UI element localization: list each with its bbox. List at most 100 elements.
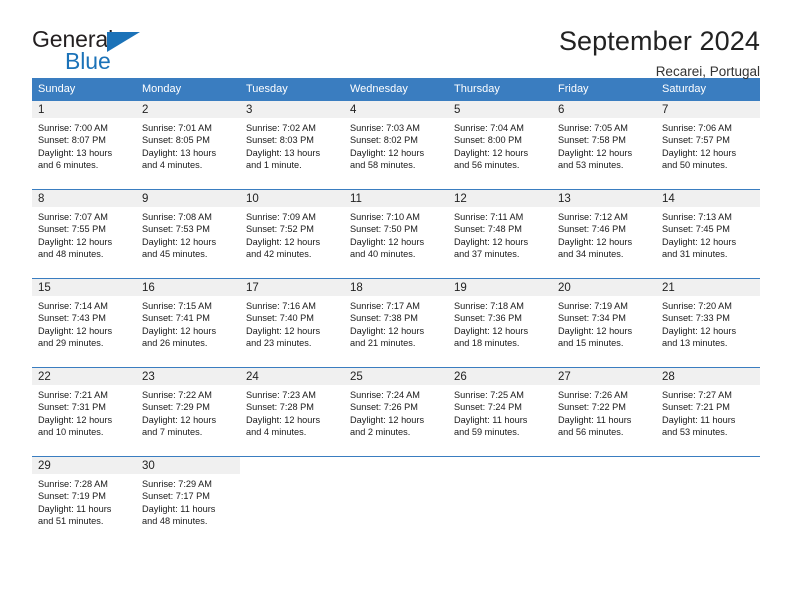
day-details: Sunrise: 7:17 AM Sunset: 7:38 PM Dayligh… [344,296,448,349]
day-details: Sunrise: 7:18 AM Sunset: 7:36 PM Dayligh… [448,296,552,349]
day-cell[interactable]: 27 Sunrise: 7:26 AM Sunset: 7:22 PM Dayl… [552,367,656,457]
sunrise-text: Sunrise: 7:18 AM [454,301,524,311]
day-cell[interactable]: 25 Sunrise: 7:24 AM Sunset: 7:26 PM Dayl… [344,367,448,457]
day-number: 2 [136,101,240,118]
day-cell[interactable]: 9 Sunrise: 7:08 AM Sunset: 7:53 PM Dayli… [136,189,240,279]
day-cell[interactable]: 3 Sunrise: 7:02 AM Sunset: 8:03 PM Dayli… [240,100,344,190]
sunrise-text: Sunrise: 7:03 AM [350,123,420,133]
daylight-text-line1: Daylight: 12 hours [454,147,529,158]
daylight-text-line1: Daylight: 12 hours [142,414,217,425]
generalblue-logo: General Blue [32,26,150,76]
day-cell[interactable]: 15 Sunrise: 7:14 AM Sunset: 7:43 PM Dayl… [32,278,136,368]
daylight-text-line2: and 51 minutes. [38,515,104,526]
day-number: 8 [32,190,136,207]
title-block: September 2024 Recarei, Portugal [559,26,760,79]
day-cell[interactable]: 16 Sunrise: 7:15 AM Sunset: 7:41 PM Dayl… [136,278,240,368]
day-cell[interactable]: 21 Sunrise: 7:20 AM Sunset: 7:33 PM Dayl… [656,278,760,368]
daylight-text-line1: Daylight: 12 hours [558,325,633,336]
day-details: Sunrise: 7:12 AM Sunset: 7:46 PM Dayligh… [552,207,656,260]
day-details: Sunrise: 7:03 AM Sunset: 8:02 PM Dayligh… [344,118,448,171]
day-cell[interactable]: 17 Sunrise: 7:16 AM Sunset: 7:40 PM Dayl… [240,278,344,368]
daylight-text-line1: Daylight: 12 hours [38,236,113,247]
day-cell[interactable]: 30 Sunrise: 7:29 AM Sunset: 7:17 PM Dayl… [136,456,240,553]
day-number: 26 [448,368,552,385]
daylight-text-line1: Daylight: 13 hours [246,147,321,158]
sunset-text: Sunset: 7:26 PM [350,402,418,413]
day-details: Sunrise: 7:15 AM Sunset: 7:41 PM Dayligh… [136,296,240,349]
day-number [344,457,448,474]
day-number: 12 [448,190,552,207]
week-row: 15 Sunrise: 7:14 AM Sunset: 7:43 PM Dayl… [32,278,760,368]
day-cell[interactable]: 4 Sunrise: 7:03 AM Sunset: 8:02 PM Dayli… [344,100,448,190]
daylight-text-line2: and 58 minutes. [350,159,416,170]
sunrise-text: Sunrise: 7:20 AM [662,301,732,311]
column-header-wednesday: Wednesday [344,78,448,101]
daylight-text-line1: Daylight: 12 hours [662,147,737,158]
day-cell[interactable]: 29 Sunrise: 7:28 AM Sunset: 7:19 PM Dayl… [32,456,136,553]
day-details: Sunrise: 7:29 AM Sunset: 7:17 PM Dayligh… [136,474,240,527]
day-details: Sunrise: 7:27 AM Sunset: 7:21 PM Dayligh… [656,385,760,438]
daylight-text-line2: and 13 minutes. [662,337,728,348]
day-cell-empty [344,456,448,553]
day-details: Sunrise: 7:13 AM Sunset: 7:45 PM Dayligh… [656,207,760,260]
daylight-text-line1: Daylight: 12 hours [246,414,321,425]
daylight-text-line2: and 42 minutes. [246,248,312,259]
daylight-text-line1: Daylight: 13 hours [142,147,217,158]
day-details: Sunrise: 7:10 AM Sunset: 7:50 PM Dayligh… [344,207,448,260]
sunrise-text: Sunrise: 7:00 AM [38,123,108,133]
day-cell[interactable]: 12 Sunrise: 7:11 AM Sunset: 7:48 PM Dayl… [448,189,552,279]
column-header-friday: Friday [552,78,656,101]
day-number: 1 [32,101,136,118]
day-number: 7 [656,101,760,118]
day-cell[interactable]: 18 Sunrise: 7:17 AM Sunset: 7:38 PM Dayl… [344,278,448,368]
day-cell[interactable]: 20 Sunrise: 7:19 AM Sunset: 7:34 PM Dayl… [552,278,656,368]
day-cell[interactable]: 6 Sunrise: 7:05 AM Sunset: 7:58 PM Dayli… [552,100,656,190]
day-cell[interactable]: 7 Sunrise: 7:06 AM Sunset: 7:57 PM Dayli… [656,100,760,190]
sunset-text: Sunset: 7:58 PM [558,135,626,146]
sunset-text: Sunset: 7:36 PM [454,313,522,324]
sunset-text: Sunset: 7:21 PM [662,402,730,413]
day-number [448,457,552,474]
sunrise-text: Sunrise: 7:05 AM [558,123,628,133]
day-details: Sunrise: 7:21 AM Sunset: 7:31 PM Dayligh… [32,385,136,438]
sunrise-text: Sunrise: 7:14 AM [38,301,108,311]
day-cell[interactable]: 10 Sunrise: 7:09 AM Sunset: 7:52 PM Dayl… [240,189,344,279]
day-cell[interactable]: 26 Sunrise: 7:25 AM Sunset: 7:24 PM Dayl… [448,367,552,457]
day-details: Sunrise: 7:08 AM Sunset: 7:53 PM Dayligh… [136,207,240,260]
day-cell[interactable]: 24 Sunrise: 7:23 AM Sunset: 7:28 PM Dayl… [240,367,344,457]
daylight-text-line2: and 2 minutes. [350,426,411,437]
day-number: 28 [656,368,760,385]
column-header-monday: Monday [136,78,240,101]
day-cell[interactable]: 5 Sunrise: 7:04 AM Sunset: 8:00 PM Dayli… [448,100,552,190]
day-cell[interactable]: 1 Sunrise: 7:00 AM Sunset: 8:07 PM Dayli… [32,100,136,190]
sunset-text: Sunset: 7:43 PM [38,313,106,324]
sunrise-text: Sunrise: 7:04 AM [454,123,524,133]
day-cell[interactable]: 28 Sunrise: 7:27 AM Sunset: 7:21 PM Dayl… [656,367,760,457]
sunset-text: Sunset: 7:17 PM [142,491,210,502]
daylight-text-line2: and 31 minutes. [662,248,728,259]
day-cell[interactable]: 8 Sunrise: 7:07 AM Sunset: 7:55 PM Dayli… [32,189,136,279]
sunrise-text: Sunrise: 7:09 AM [246,212,316,222]
day-cell[interactable]: 11 Sunrise: 7:10 AM Sunset: 7:50 PM Dayl… [344,189,448,279]
day-cell[interactable]: 2 Sunrise: 7:01 AM Sunset: 8:05 PM Dayli… [136,100,240,190]
day-number [552,457,656,474]
sunset-text: Sunset: 7:24 PM [454,402,522,413]
day-details: Sunrise: 7:20 AM Sunset: 7:33 PM Dayligh… [656,296,760,349]
sunset-text: Sunset: 7:41 PM [142,313,210,324]
daylight-text-line1: Daylight: 12 hours [246,236,321,247]
sunrise-text: Sunrise: 7:13 AM [662,212,732,222]
calendar-page: General Blue September 2024 Recarei, Por… [0,0,792,612]
day-cell[interactable]: 19 Sunrise: 7:18 AM Sunset: 7:36 PM Dayl… [448,278,552,368]
day-cell[interactable]: 22 Sunrise: 7:21 AM Sunset: 7:31 PM Dayl… [32,367,136,457]
calendar-body: 1 Sunrise: 7:00 AM Sunset: 8:07 PM Dayli… [32,100,760,553]
day-cell[interactable]: 23 Sunrise: 7:22 AM Sunset: 7:29 PM Dayl… [136,367,240,457]
day-cell[interactable]: 13 Sunrise: 7:12 AM Sunset: 7:46 PM Dayl… [552,189,656,279]
day-number: 5 [448,101,552,118]
daylight-text-line2: and 1 minute. [246,159,302,170]
column-header-thursday: Thursday [448,78,552,101]
calendar-table: Sunday Monday Tuesday Wednesday Thursday… [32,78,760,553]
day-details: Sunrise: 7:14 AM Sunset: 7:43 PM Dayligh… [32,296,136,349]
daylight-text-line2: and 4 minutes. [246,426,307,437]
day-details: Sunrise: 7:24 AM Sunset: 7:26 PM Dayligh… [344,385,448,438]
day-cell[interactable]: 14 Sunrise: 7:13 AM Sunset: 7:45 PM Dayl… [656,189,760,279]
